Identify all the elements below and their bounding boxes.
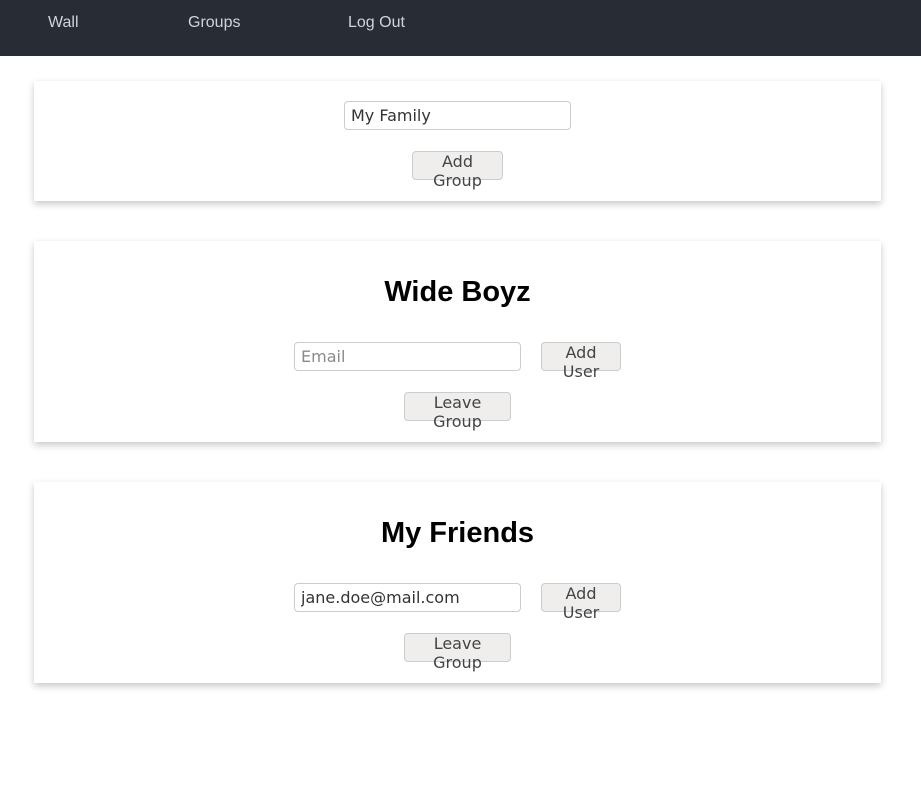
email-input[interactable] [294, 342, 521, 371]
group-title: My Friends [380, 517, 535, 549]
group-name-input[interactable] [344, 101, 571, 130]
leave-group-button[interactable]: Leave Group [404, 633, 511, 672]
add-group-button[interactable]: Add Group [412, 151, 503, 190]
nav-wall[interactable]: Wall [48, 14, 79, 32]
leave-group-button[interactable]: Leave Group [404, 392, 511, 431]
group-card: Wide Boyz Add User Leave Group [34, 241, 881, 442]
email-input[interactable] [294, 583, 521, 612]
add-user-button[interactable]: Add User [541, 583, 621, 622]
nav-log-out[interactable]: Log Out [348, 14, 405, 32]
top-nav: Wall Groups Log Out [0, 0, 921, 56]
add-user-button[interactable]: Add User [541, 342, 621, 381]
new-group-card: Add Group [34, 81, 881, 201]
group-card: My Friends Add User Leave Group [34, 482, 881, 683]
group-title: Wide Boyz [384, 276, 531, 308]
nav-groups[interactable]: Groups [188, 14, 240, 32]
